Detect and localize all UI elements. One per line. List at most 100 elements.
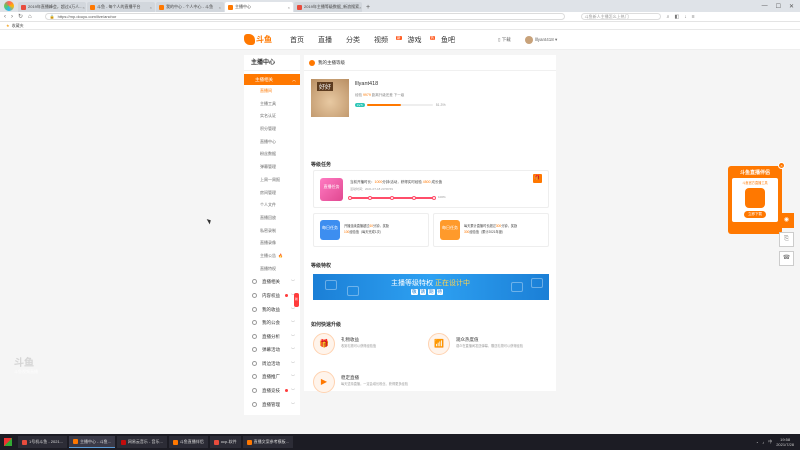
sidebar-subitem[interactable]: 直播中心 [244,136,300,149]
browser-tab[interactable]: 主播中心 × [225,2,293,12]
sidebar-group[interactable]: 直播分析 ﹀ [244,330,300,344]
chevron-down-icon: ﹀ [291,360,295,366]
sidebar-subitem[interactable]: 房间管理 [244,187,300,200]
level-progress: LV.5 51.3% [355,103,446,107]
download-app-link[interactable]: ▯ 下载 [498,37,511,43]
taskbar-app[interactable]: 1号机斗鱼 - 2021... [18,436,68,448]
url-text: https://mp.douyu.com/live/anchor [57,14,117,19]
sidebar-subitem[interactable]: 直播间 [244,85,300,98]
sidebar-subitem[interactable]: 粉丝数据 [244,148,300,161]
topnav-item[interactable]: 游戏 热 [408,35,435,45]
new-tab-icon[interactable]: + [366,4,370,11]
companion-app-icon [745,188,765,208]
taskbar-app[interactable]: 直播文案参考模板... [242,436,293,448]
download-icon[interactable]: ↓ [684,14,687,20]
browser-tab[interactable]: 2019年主播等级数据_新浪搜索 × [294,2,362,12]
tab-close-icon[interactable]: × [359,5,361,10]
tab-close-icon[interactable]: × [288,5,290,10]
maximize-icon[interactable]: ☐ [776,3,781,10]
header-right: ▯ 下载 lllyant418 ▾ [498,36,557,44]
sidebar-subitem[interactable]: 直播特权 [244,263,300,276]
sidebar-subitem[interactable]: 弹幕管理 [244,161,300,174]
back-icon[interactable]: ‹ [4,14,6,20]
level-progress-text: 51.3% [435,103,446,107]
tab-close-icon[interactable]: × [82,5,84,10]
sidebar-group[interactable]: 直播推广 ﹀ [244,370,300,384]
sidebar-subitem[interactable]: 直播录像 [244,237,300,250]
sidebar-subitem[interactable]: 主播公告 🔥 [244,250,300,263]
level-progress-bar [366,103,433,107]
service-float-icon[interactable]: ☎ [779,251,794,266]
refresh-icon[interactable]: ↻ [18,13,23,20]
topnav-item[interactable]: 分类 [346,35,360,45]
volume-icon[interactable]: ♪ [762,440,764,445]
sidebar-subitem-label: 主播公告 [260,252,276,258]
feedback-float-icon[interactable]: ◉ [779,213,794,228]
browser-search-input[interactable]: 斗鱼新人主播怎么上热门 [580,13,661,20]
topnav-item[interactable]: 鱼吧 [441,35,455,45]
browser-tab[interactable]: 我的中心 - 个人中心 - 斗鱼 × [156,2,224,12]
close-icon[interactable]: × [778,162,785,169]
clock[interactable]: 19:58 2021/7/28 [776,437,794,447]
promo-download-button[interactable]: 立即下载 [744,211,766,218]
search-icon[interactable]: ⌕ [667,14,670,20]
companion-promo[interactable]: 斗鱼直播伴侣 斗鱼官方直播工具 立即下载 × [728,162,785,234]
ime-icon[interactable]: 中 [768,439,772,445]
mouse-cursor-icon [206,217,213,225]
sidebar-group[interactable]: 周边活动 ﹀ [244,357,300,371]
taskbar-app[interactable]: 斗鱼直播伴侣 [168,436,208,448]
share-float-icon[interactable]: ⎘ [779,232,794,247]
sidebar-subitem[interactable]: 主播工具 [244,98,300,111]
taskbar-app[interactable]: 网易云音乐 - 音乐... [116,436,167,448]
sidebar-subitem[interactable]: 实名认证 [244,110,300,123]
menu-icon[interactable]: ≡ [692,14,695,20]
browser-tab[interactable]: 2019年直播峰会，超过4万人... × [18,2,86,12]
browser-tab[interactable]: 斗鱼 - 每个人的直播平台 × [87,2,155,12]
network-icon[interactable]: ◔ [756,440,758,445]
avatar [524,36,533,44]
address-bar[interactable]: 🔒 https://mp.douyu.com/live/anchor [44,13,565,20]
topnav-item[interactable]: 视频 新 [374,35,402,45]
home-icon[interactable]: ⌂ [28,14,32,20]
sidebar-group[interactable]: 弹幕活动 ﹀ [244,343,300,357]
user-menu[interactable]: lllyant418 ▾ [524,36,557,44]
sidebar-group[interactable]: 直播管理 ﹀ [244,398,300,412]
taskbar-app[interactable]: ocp-软件 [209,436,241,448]
sidebar-subitem-label: 主播工具 [260,100,276,106]
minimize-icon[interactable]: — [762,3,768,10]
gift-icon[interactable]: 🎁 [533,174,542,183]
top-nav: 首页 直播 分类 视频 新 游戏 热 鱼吧 [290,35,455,45]
help-item-desc: 观众在直播间发送弹幕、赠送礼物可以获得经验 [456,344,523,348]
start-icon[interactable] [4,438,12,446]
sidebar-subitem[interactable]: 个人文件 [244,199,300,212]
sidebar-subitem[interactable]: 积分管理 [244,123,300,136]
sidebar-group[interactable]: 直播相关 ﹀ [244,275,300,289]
browser-logo-icon[interactable] [4,1,14,11]
extensions-icon[interactable]: ◧ [674,14,679,20]
topnav-item[interactable]: 首页 [290,35,304,45]
sidebar-group[interactable]: 我的收益 ﹀ [244,303,300,317]
tab-close-icon[interactable]: × [150,5,152,10]
sidebar-subitem[interactable]: 直播回放 [244,212,300,225]
topnav-item[interactable]: 直播 [318,35,332,45]
bookmark-label[interactable]: 收藏夹 [12,23,24,29]
task-daily-line1: 每天累计直播时长超过300分钟，奖励 [464,224,518,228]
taskbar-app[interactable]: 主播中心 - 斗鱼... [69,436,115,448]
app-icon [246,439,252,445]
group-icon [252,279,257,285]
sidebar-group-active[interactable]: 主播相关 ︿ [244,74,300,85]
sidebar-group[interactable]: 我的公会 ﹀ [244,316,300,330]
tab-favicon-icon [297,4,302,10]
sidebar-subitem[interactable]: 私密录制 [244,225,300,238]
douyu-logo[interactable]: 斗鱼 [244,34,272,45]
close-window-icon[interactable]: ✕ [789,3,794,10]
tab-close-icon[interactable]: × [219,5,221,10]
group-icon [252,360,257,366]
sidebar-subitem[interactable]: 上周一周报 [244,174,300,187]
forward-icon[interactable]: › [11,14,13,20]
sidebar-group[interactable]: 内容权益新 ﹀ [244,289,300,307]
browser-navbar: ‹ › ↻ ⌂ 🔒 https://mp.douyu.com/live/anch… [0,12,800,22]
sidebar-group[interactable]: 直播竞技 ﹀ [244,384,300,398]
chevron-down-icon: ﹀ [291,333,295,339]
sidebar-subitem-label: 直播特权 [260,265,276,271]
